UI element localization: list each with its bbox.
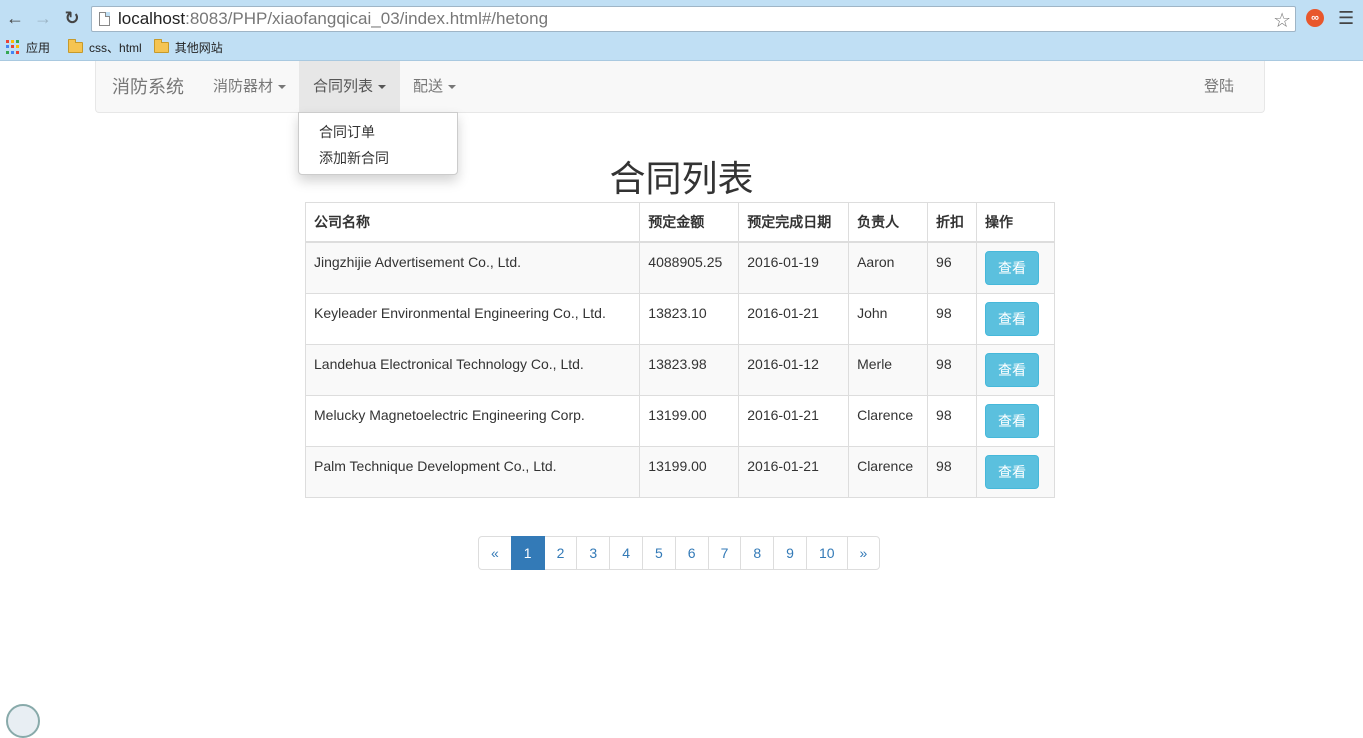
cell-owner: Clarence bbox=[848, 394, 929, 447]
navbar-brand[interactable]: 消防系统 bbox=[112, 61, 184, 113]
back-icon[interactable]: ← bbox=[4, 7, 26, 29]
folder-icon bbox=[68, 38, 84, 53]
caret-down-icon bbox=[448, 85, 457, 90]
nav-item-delivery[interactable]: 配送 bbox=[399, 61, 470, 112]
page-7[interactable]: 7 bbox=[707, 536, 742, 570]
bookmark-other-sites[interactable]: 其他网站 bbox=[153, 38, 223, 56]
cell-company: Palm Technique Development Co., Ltd. bbox=[304, 445, 641, 498]
nav-item-equipment[interactable]: 消防器材 bbox=[199, 61, 300, 112]
page-9[interactable]: 9 bbox=[773, 536, 807, 570]
cell-action: 查看 bbox=[975, 292, 1056, 345]
cell-amount: 13199.00 bbox=[639, 445, 740, 498]
page-icon bbox=[99, 12, 110, 26]
bookmark-label: css、html bbox=[89, 40, 142, 55]
nav-item-label: 消防器材 bbox=[213, 78, 274, 95]
table-row: Landehua Electronical Technology Co., Lt… bbox=[304, 343, 1056, 396]
table-row: Jingzhijie Advertisement Co., Ltd. 40889… bbox=[304, 241, 1056, 294]
header-owner: 负责人 bbox=[848, 202, 929, 243]
cell-action: 查看 bbox=[975, 394, 1056, 447]
bookmark-label: 其他网站 bbox=[174, 40, 223, 55]
cell-company: Melucky Magnetoelectric Engineering Corp… bbox=[304, 394, 641, 447]
cell-discount: 98 bbox=[927, 394, 977, 447]
cell-date: 2016-01-21 bbox=[738, 445, 850, 498]
cell-company: Landehua Electronical Technology Co., Lt… bbox=[304, 343, 641, 396]
apps-icon bbox=[6, 40, 20, 54]
cell-owner: Merle bbox=[848, 343, 929, 396]
bookmark-label: 应用 bbox=[26, 40, 51, 55]
url-path: :8083/PHP/xiaofangqicai_03/index.html#/h… bbox=[185, 9, 549, 28]
page-2[interactable]: 2 bbox=[543, 536, 578, 570]
cell-owner: John bbox=[848, 292, 929, 345]
page-prev[interactable]: « bbox=[478, 536, 512, 570]
contracts-table-wrapper: 公司名称 预定金额 预定完成日期 负责人 折扣 操作 Jingzhijie Ad… bbox=[304, 202, 1056, 498]
page-4[interactable]: 4 bbox=[609, 536, 643, 570]
table-header-row: 公司名称 预定金额 预定完成日期 负责人 折扣 操作 bbox=[304, 202, 1056, 243]
header-company: 公司名称 bbox=[304, 202, 641, 243]
cell-date: 2016-01-12 bbox=[738, 343, 850, 396]
cell-company: Jingzhijie Advertisement Co., Ltd. bbox=[304, 241, 641, 294]
cell-discount: 96 bbox=[927, 241, 977, 294]
cell-action: 查看 bbox=[975, 343, 1056, 396]
view-button[interactable]: 查看 bbox=[984, 454, 1039, 489]
bookmarks-bar: 应用 css、html 其他网站 bbox=[0, 36, 1363, 58]
page-8[interactable]: 8 bbox=[740, 536, 775, 570]
table-row: Keyleader Environmental Engineering Co.,… bbox=[304, 292, 1056, 345]
caret-down-icon bbox=[278, 85, 287, 90]
browser-toolbar: ← → ↻ localhost:8083/PHP/xiaofangqicai_0… bbox=[0, 0, 1363, 61]
cell-action: 查看 bbox=[975, 241, 1056, 294]
cell-discount: 98 bbox=[927, 343, 977, 396]
extension-icon[interactable]: ∞ bbox=[1306, 9, 1324, 27]
cell-amount: 13823.98 bbox=[639, 343, 740, 396]
nav-item-label: 配送 bbox=[413, 78, 444, 95]
page-10[interactable]: 10 bbox=[805, 536, 848, 570]
url-text[interactable]: localhost:8083/PHP/xiaofangqicai_03/inde… bbox=[118, 9, 548, 29]
page-1[interactable]: 1 bbox=[510, 536, 545, 570]
table-row: Palm Technique Development Co., Ltd. 131… bbox=[304, 445, 1056, 498]
nav-item-label: 合同列表 bbox=[313, 78, 374, 95]
login-link[interactable]: 登陆 bbox=[1204, 61, 1234, 113]
reload-icon[interactable]: ↻ bbox=[61, 7, 83, 29]
header-date: 预定完成日期 bbox=[738, 202, 850, 243]
menu-icon[interactable]: ☰ bbox=[1338, 8, 1354, 29]
cell-discount: 98 bbox=[927, 292, 977, 345]
cell-amount: 4088905.25 bbox=[639, 241, 740, 294]
bookmark-apps[interactable]: 应用 bbox=[6, 39, 50, 56]
caret-down-icon bbox=[378, 85, 387, 90]
forward-icon[interactable]: → bbox=[32, 7, 54, 29]
page-5[interactable]: 5 bbox=[641, 536, 676, 570]
cell-discount: 98 bbox=[927, 445, 977, 498]
url-host: localhost bbox=[118, 9, 186, 28]
view-button[interactable]: 查看 bbox=[984, 352, 1039, 387]
page-next[interactable]: » bbox=[846, 536, 881, 570]
page-title: 合同列表 bbox=[609, 158, 754, 199]
nav-item-contracts[interactable]: 合同列表 bbox=[299, 61, 401, 112]
cell-company: Keyleader Environmental Engineering Co.,… bbox=[304, 292, 641, 345]
cell-action: 查看 bbox=[975, 445, 1056, 498]
folder-icon bbox=[153, 38, 169, 53]
address-bar[interactable]: localhost:8083/PHP/xiaofangqicai_03/inde… bbox=[91, 6, 1296, 32]
view-button[interactable]: 查看 bbox=[984, 251, 1039, 285]
star-icon[interactable]: ☆ bbox=[1273, 8, 1291, 33]
header-discount: 折扣 bbox=[927, 202, 977, 243]
view-button[interactable]: 查看 bbox=[984, 301, 1039, 336]
dropdown-item-contract-orders[interactable]: 合同订单 bbox=[299, 119, 457, 145]
table-row: Melucky Magnetoelectric Engineering Corp… bbox=[304, 394, 1056, 447]
cell-owner: Aaron bbox=[848, 241, 929, 294]
view-button[interactable]: 查看 bbox=[984, 403, 1039, 438]
cell-amount: 13823.10 bbox=[639, 292, 740, 345]
pagination: « 1 2 3 4 5 6 7 8 9 10 » bbox=[478, 536, 881, 570]
contracts-table: 公司名称 预定金额 预定完成日期 负责人 折扣 操作 Jingzhijie Ad… bbox=[304, 202, 1056, 498]
navbar: 消防系统 消防器材 合同列表 配送 登陆 bbox=[95, 61, 1265, 113]
page-3[interactable]: 3 bbox=[576, 536, 611, 570]
page-6[interactable]: 6 bbox=[674, 536, 709, 570]
cell-owner: Clarence bbox=[848, 445, 929, 498]
taskbar-start-icon[interactable] bbox=[6, 704, 40, 738]
cell-date: 2016-01-19 bbox=[738, 241, 850, 294]
cell-date: 2016-01-21 bbox=[738, 394, 850, 447]
header-action: 操作 bbox=[975, 202, 1056, 243]
bookmark-css-html[interactable]: css、html bbox=[68, 38, 142, 56]
cell-date: 2016-01-21 bbox=[738, 292, 850, 345]
header-amount: 预定金额 bbox=[639, 202, 740, 243]
cell-amount: 13199.00 bbox=[639, 394, 740, 447]
